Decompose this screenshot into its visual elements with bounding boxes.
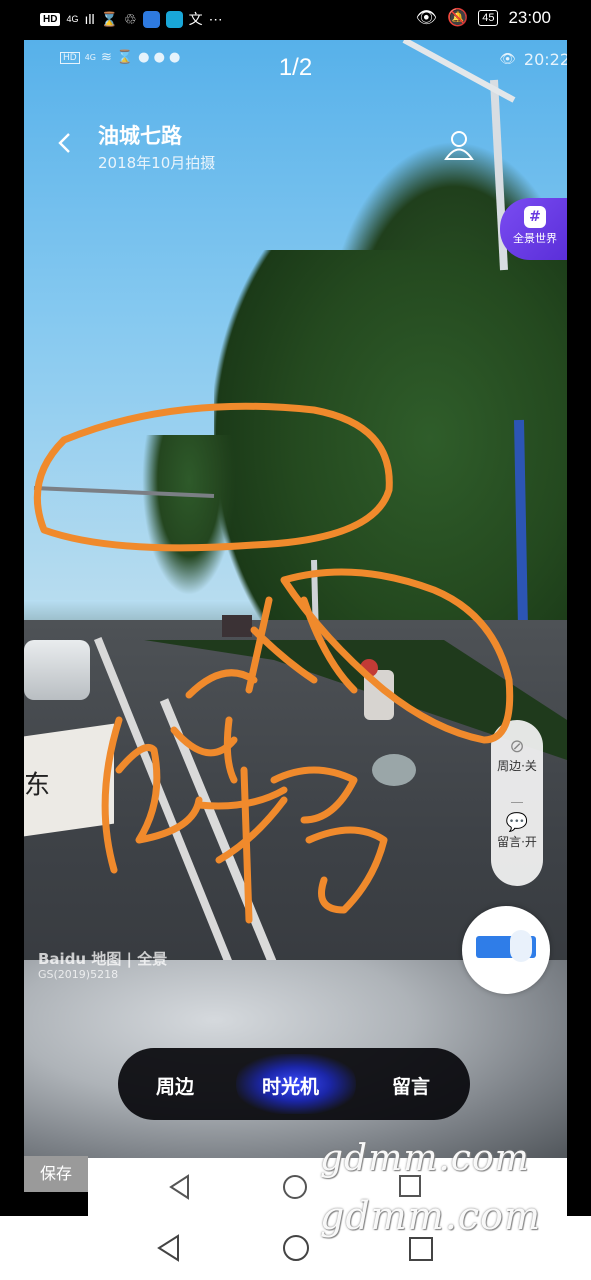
nav-home-icon[interactable] [282, 1234, 310, 1262]
clock: 23:00 [508, 8, 551, 27]
view-mode-knob [510, 930, 532, 962]
panel-divider [511, 802, 523, 803]
capture-date: 2018年10月拍摄 [98, 154, 216, 172]
app-icon-blue [142, 10, 160, 28]
side-toggle-panel: ⊘ 周边·关 💬 留言·开 [491, 720, 543, 886]
panorama-car-left [24, 640, 90, 700]
nearby-toggle-label: 周边·关 [497, 759, 537, 773]
signal-icon: ıll [84, 11, 95, 27]
road-sign-text: 东 [24, 770, 51, 801]
bottom-tab-bar: 周边 时光机 留言 [118, 1048, 470, 1120]
road-sign: 东 [24, 723, 114, 837]
panorama-world-label: 全景世界 [513, 232, 557, 245]
clean-app-icon: ♲ [124, 10, 137, 27]
baidu-watermark: Baidu 地图 | 全景 GS(2019)5218 [38, 952, 167, 982]
network-label: 4G [66, 14, 79, 24]
user-icon[interactable] [442, 128, 476, 162]
screenshot-viewer[interactable]: 东 HD 4G ≋ ⌛ ● ● ● 👁 20:22 1/2 油城七路 2018年… [24, 40, 567, 1158]
comment-icon: 💬 [505, 812, 529, 833]
more-icon: ⋯ [208, 10, 223, 27]
tab-comments[interactable]: 留言 [392, 1072, 430, 1099]
image-counter: 1/2 [278, 54, 313, 81]
save-button[interactable]: 保存 [24, 1156, 88, 1192]
eye-off-icon: ⊘ [509, 736, 525, 757]
map-approval-code: GS(2019)5218 [38, 968, 119, 981]
phone-status-bar: HD 4G ıll ⌛ ♲ 文 ⋯ 👁 🔕 45 23:00 [0, 0, 591, 40]
site-watermark-2: gdmm.com [320, 1194, 541, 1238]
view-mode-toggle[interactable] [462, 906, 550, 994]
hd-badge: HD [40, 12, 61, 26]
nav-back-icon[interactable] [156, 1234, 182, 1262]
comment-toggle[interactable]: 💬 留言·开 [491, 812, 543, 850]
phone-navigation-bar: gdmm.com [0, 1194, 591, 1280]
panorama-world-button[interactable]: # 全景世界 [500, 198, 567, 260]
app-icon-teal [165, 10, 183, 28]
site-watermark-1: gdmm.com [320, 1138, 530, 1179]
eye-icon: 👁 [415, 8, 438, 27]
status-left-icons: HD 4G ıll ⌛ ♲ 文 ⋯ [40, 9, 223, 29]
back-arrow-icon[interactable] [54, 132, 76, 154]
battery-icon: 45 [478, 10, 499, 26]
street-title: 油城七路 [98, 124, 182, 148]
baidu-logo-text: Baidu 地图 | 全景 [38, 950, 168, 968]
comment-toggle-label: 留言·开 [497, 835, 537, 849]
nearby-toggle[interactable]: ⊘ 周边·关 [491, 736, 543, 774]
mute-bell-icon: 🔕 [447, 8, 469, 27]
translate-icon: 文 [188, 11, 203, 27]
inner-nav-home-icon[interactable] [282, 1174, 308, 1200]
status-right-icons: 👁 🔕 45 23:00 [415, 8, 551, 28]
nav-recents-icon[interactable] [408, 1236, 434, 1262]
tab-nearby[interactable]: 周边 [156, 1072, 194, 1099]
inner-nav-back-icon[interactable] [168, 1174, 192, 1200]
hashtag-icon: # [524, 206, 546, 228]
hourglass-icon: ⌛ [100, 10, 119, 27]
tab-time-machine[interactable]: 时光机 [262, 1072, 319, 1099]
